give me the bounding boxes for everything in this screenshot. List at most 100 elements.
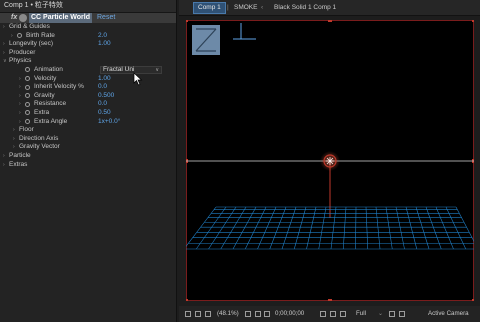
comp-status-bar: (48.1%) 0;00;00;00 Full ⌄ Active Camera <box>179 306 480 322</box>
property-value[interactable]: 2.0 <box>98 32 107 41</box>
reset-link[interactable]: Reset <box>97 13 115 23</box>
property-row[interactable]: ∨ Physics <box>0 57 176 66</box>
twirl-closed-icon[interactable]: › <box>11 32 13 41</box>
stopwatch-icon[interactable] <box>25 67 30 73</box>
animation-dropdown-value: Fractal Uni <box>103 65 135 73</box>
property-value[interactable]: 1x+0.0° <box>98 118 120 127</box>
property-value[interactable]: 0.50 <box>98 109 111 118</box>
property-row[interactable]: › Direction Axis <box>0 135 176 144</box>
property-label: Extras <box>9 160 28 168</box>
property-label: Inherit Velocity % <box>34 83 84 91</box>
property-label: Particle <box>9 151 31 159</box>
twirl-closed-icon[interactable]: › <box>3 40 5 49</box>
property-row[interactable]: › Resistance 0.0 <box>0 100 176 109</box>
property-label: Velocity <box>34 74 57 82</box>
effect-badge-icon <box>19 14 27 22</box>
chevron-left-icon[interactable]: ‹ <box>261 0 263 15</box>
resolution-dropdown[interactable]: Full <box>356 306 366 322</box>
twirl-closed-icon[interactable]: › <box>19 92 21 101</box>
effect-header[interactable]: fx CC Particle World Reset <box>0 13 176 23</box>
always-preview-icon[interactable] <box>185 311 191 317</box>
property-row[interactable]: › Extra Angle 1x+0.0° <box>0 118 176 127</box>
property-row[interactable]: › Floor <box>0 126 176 135</box>
mouse-cursor-icon <box>133 72 143 86</box>
property-row[interactable]: › Longevity (sec) 1.00 <box>0 40 176 49</box>
twirl-closed-icon[interactable]: › <box>3 152 5 161</box>
monitor-icon[interactable] <box>195 311 201 317</box>
property-label: Gravity <box>34 91 55 99</box>
axis-gizmo-icon <box>233 23 256 40</box>
property-label: Gravity Vector <box>19 143 60 151</box>
twirl-closed-icon[interactable]: › <box>3 23 5 32</box>
property-label: Extra Angle <box>34 117 68 125</box>
property-row[interactable]: › Birth Rate 2.0 <box>0 32 176 41</box>
twirl-closed-icon[interactable]: › <box>3 49 5 58</box>
effect-name[interactable]: CC Particle World <box>29 13 92 23</box>
stopwatch-icon[interactable] <box>25 93 30 99</box>
property-value[interactable]: 1.00 <box>98 40 111 49</box>
property-row[interactable]: › Extra 0.50 <box>0 109 176 118</box>
region-of-interest-icon[interactable] <box>389 311 395 317</box>
property-row[interactable]: › Gravity 0.500 <box>0 92 176 101</box>
property-row[interactable]: › Producer <box>0 49 176 58</box>
twirl-closed-icon[interactable]: › <box>19 83 21 92</box>
chevron-down-icon[interactable]: ⌄ <box>378 306 383 322</box>
property-label: Animation <box>34 65 63 73</box>
property-label: Grid & Guides <box>9 23 50 30</box>
property-label: Physics <box>9 57 32 65</box>
property-list: › Grid & Guides › Birth Rate 2.0 › Longevity (… <box>0 23 176 169</box>
stopwatch-icon[interactable] <box>25 110 30 116</box>
grid-icon[interactable] <box>255 311 261 317</box>
show-snapshot-icon[interactable] <box>330 311 336 317</box>
floor-grid <box>183 206 479 250</box>
comp-tab-bar: Comp 1 | SMOKE ‹ Black Solid 1 Comp 1 <box>179 0 480 16</box>
property-row[interactable]: › Particle <box>0 152 176 161</box>
twirl-closed-icon[interactable]: › <box>3 161 5 170</box>
mask-icon[interactable] <box>264 311 270 317</box>
property-row[interactable]: Animation Fractal Uni ∨ <box>0 65 176 75</box>
property-row[interactable]: › Inherit Velocity % 0.0 <box>0 83 176 92</box>
timecode[interactable]: 0;00;00;00 <box>275 306 304 322</box>
twirl-closed-icon[interactable]: › <box>19 118 21 127</box>
property-row[interactable]: › Velocity 1.00 <box>0 75 176 84</box>
property-label: Extra <box>34 108 50 116</box>
stopwatch-icon[interactable] <box>17 33 22 39</box>
property-row[interactable]: › Grid & Guides <box>0 23 176 32</box>
property-label: Birth Rate <box>26 31 55 39</box>
tab-separator: | <box>227 4 229 11</box>
animation-dropdown[interactable]: Fractal Uni ∨ <box>100 65 162 74</box>
resolution-icon[interactable] <box>245 311 251 317</box>
property-value[interactable]: 0.500 <box>98 92 114 101</box>
property-label: Producer <box>9 48 36 56</box>
twirl-closed-icon[interactable]: › <box>19 100 21 109</box>
stopwatch-icon[interactable] <box>25 101 30 107</box>
twirl-closed-icon[interactable]: › <box>19 109 21 118</box>
tab-black-solid-comp[interactable]: Black Solid 1 Comp 1 <box>274 0 336 15</box>
comp-canvas <box>183 18 479 303</box>
property-value[interactable]: 0.0 <box>98 100 107 109</box>
tab-smoke[interactable]: SMOKE <box>234 0 257 15</box>
stopwatch-icon[interactable] <box>25 84 30 90</box>
comp-viewer[interactable] <box>183 18 479 303</box>
twirl-closed-icon[interactable]: › <box>13 126 15 135</box>
property-label: Longevity (sec) <box>9 40 54 48</box>
property-row[interactable]: › Extras <box>0 161 176 170</box>
transparency-grid-icon[interactable] <box>399 311 405 317</box>
camera-view-dropdown[interactable]: Active Camera <box>428 306 469 322</box>
stopwatch-icon[interactable] <box>25 119 30 125</box>
twirl-open-icon[interactable]: ∨ <box>3 57 7 66</box>
fx-toggle[interactable]: fx <box>11 13 17 23</box>
vr-glasses-icon[interactable] <box>205 311 211 317</box>
twirl-closed-icon[interactable]: › <box>13 143 15 152</box>
color-channel-icon[interactable] <box>340 311 346 317</box>
twirl-closed-icon[interactable]: › <box>13 135 15 144</box>
property-value[interactable]: 0.0 <box>98 83 107 92</box>
stopwatch-icon[interactable] <box>25 76 30 82</box>
property-row[interactable]: › Gravity Vector <box>0 143 176 152</box>
camera-snapshot-icon[interactable] <box>320 311 326 317</box>
composition-panel: Comp 1 | SMOKE ‹ Black Solid 1 Comp 1 (4… <box>179 0 480 322</box>
tab-comp-1[interactable]: Comp 1 <box>193 2 226 14</box>
twirl-closed-icon[interactable]: › <box>19 75 21 84</box>
zoom-level[interactable]: (48.1%) <box>217 306 239 322</box>
property-value[interactable]: 1.00 <box>98 75 111 84</box>
